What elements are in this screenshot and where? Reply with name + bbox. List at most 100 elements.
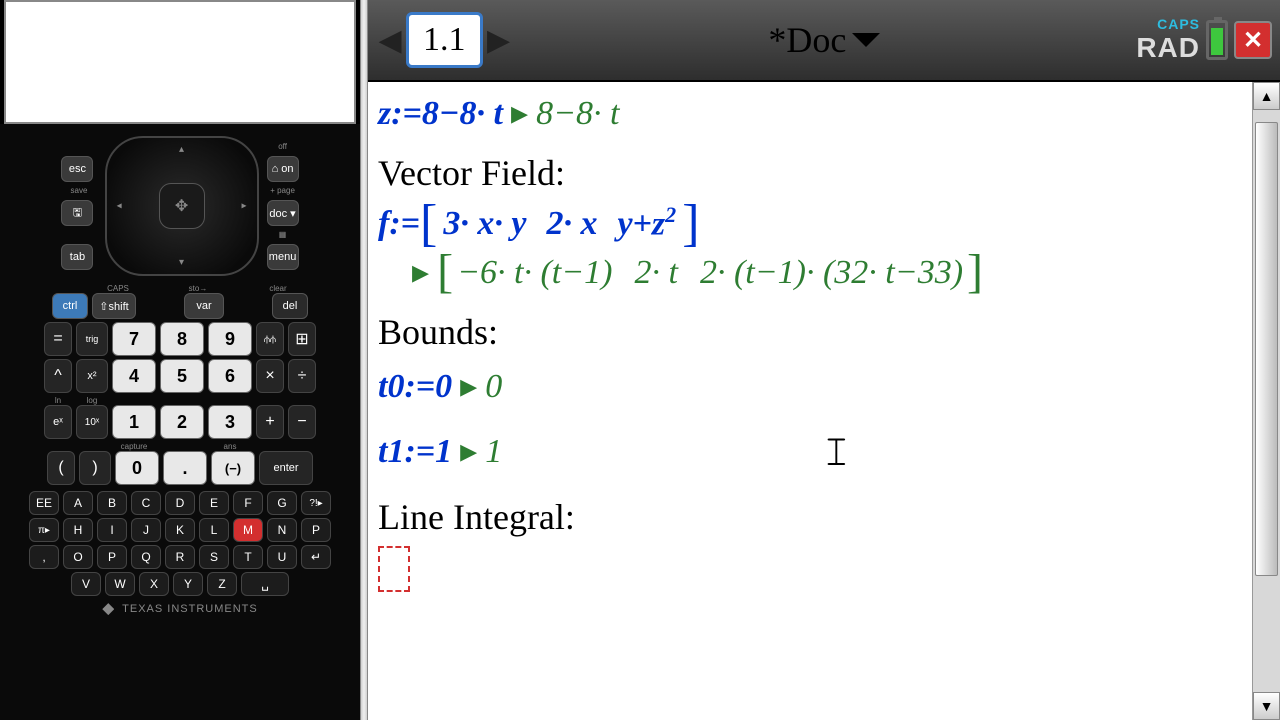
tab-current[interactable]: 1.1 (406, 12, 483, 68)
multiply-key[interactable]: × (256, 359, 284, 393)
square-key[interactable]: x² (76, 359, 108, 393)
key-0[interactable]: 0 (115, 451, 159, 485)
key-j[interactable]: J (131, 518, 161, 542)
key-4[interactable]: 4 (112, 359, 156, 393)
esc-key[interactable]: esc (61, 156, 93, 182)
key-e[interactable]: E (199, 491, 229, 515)
del-key[interactable]: del (272, 293, 308, 319)
key-space[interactable]: ␣ (241, 572, 289, 596)
dpad-center[interactable]: ✥ (159, 183, 205, 229)
lparen-key[interactable]: ( (47, 451, 75, 485)
scroll-down-button[interactable]: ▼ (1253, 692, 1280, 720)
key-n[interactable]: N (267, 518, 297, 542)
key-q[interactable]: Q (131, 545, 161, 569)
key-f[interactable]: F (233, 491, 263, 515)
divide-key[interactable]: ÷ (288, 359, 316, 393)
tenx-key[interactable]: 10ˣ (76, 405, 108, 439)
key-w[interactable]: W (105, 572, 135, 596)
doc-title-dropdown[interactable]: *Doc (521, 19, 1129, 61)
label-ln: ln (44, 396, 72, 405)
doc-key[interactable]: doc ▾ (267, 200, 299, 226)
key-o[interactable]: O (63, 545, 93, 569)
key-return[interactable]: ↵ (301, 545, 331, 569)
input-placeholder[interactable] (378, 546, 1242, 592)
enter-key[interactable]: enter (259, 451, 313, 485)
trig-key[interactable]: trig (76, 322, 108, 356)
home-on-key[interactable]: ⌂ on (267, 156, 299, 182)
key-1[interactable]: 1 (112, 405, 156, 439)
vertical-scrollbar[interactable]: ▲ ▼ (1252, 82, 1280, 720)
shift-key[interactable]: ⇧shift (92, 293, 136, 319)
key-c[interactable]: C (131, 491, 161, 515)
key-flag[interactable]: ?!▸ (301, 491, 331, 515)
key-g[interactable]: G (267, 491, 297, 515)
menu-key[interactable]: menu (267, 244, 299, 270)
key-3[interactable]: 3 (208, 405, 252, 439)
power-key[interactable]: ^ (44, 359, 72, 393)
key-m[interactable]: M (233, 518, 263, 542)
dpad-right[interactable]: ▸ (242, 201, 247, 212)
key-6[interactable]: 6 (208, 359, 252, 393)
key-l[interactable]: L (199, 518, 229, 542)
plus-key[interactable]: + (256, 405, 284, 439)
resize-handle[interactable] (360, 0, 368, 720)
key-p[interactable]: P (97, 545, 127, 569)
minus-key[interactable]: − (288, 405, 316, 439)
key-pi[interactable]: π▸ (29, 518, 59, 542)
neg-key[interactable]: (−) (211, 451, 255, 485)
key-t[interactable]: T (233, 545, 263, 569)
key-7[interactable]: 7 (112, 322, 156, 356)
save-key[interactable]: 🖫 (61, 200, 93, 226)
math-input-box[interactable] (378, 546, 410, 592)
key-5[interactable]: 5 (160, 359, 204, 393)
scroll-up-button[interactable]: ▲ (1253, 82, 1280, 110)
calculator-body: undo-icon esc save 🖫 tab ▴ ▾ ◂ ▸ ✥ off ⌂… (0, 124, 360, 720)
brand-label: TEXAS INSTRUMENTS (6, 599, 354, 623)
key-z[interactable]: Z (207, 572, 237, 596)
t1-line[interactable]: t1:=1 ▸ 1 𝙸 (378, 426, 1242, 478)
dpad-up[interactable]: ▴ (179, 144, 184, 155)
table-key[interactable]: ⊞ (288, 322, 316, 356)
key-u[interactable]: U (267, 545, 297, 569)
close-button[interactable]: ✕ (1234, 21, 1272, 59)
dpad-left[interactable]: ◂ (117, 201, 122, 212)
key-9[interactable]: 9 (208, 322, 252, 356)
key-v[interactable]: V (71, 572, 101, 596)
key-a[interactable]: A (63, 491, 93, 515)
dpad-down[interactable]: ▾ (179, 257, 184, 268)
key-d[interactable]: D (165, 491, 195, 515)
tab-key[interactable]: tab (61, 244, 93, 270)
t0-line[interactable]: t0:=0 ▸ 0 (378, 365, 1242, 409)
scroll-thumb[interactable] (1255, 122, 1278, 576)
prev-tab-button[interactable]: ◀ (376, 16, 404, 64)
z-definition-line[interactable]: z:=8−8· t ▸ 8−8· t (378, 92, 1242, 136)
key-b[interactable]: B (97, 491, 127, 515)
ex-key[interactable]: eˣ (44, 405, 72, 439)
caps-indicator: CAPS (1157, 16, 1200, 32)
key-y[interactable]: Y (173, 572, 203, 596)
key-comma[interactable]: , (29, 545, 59, 569)
document-header: ◀ 1.1 ▶ *Doc CAPS RAD ✕ (368, 0, 1280, 82)
document-content[interactable]: z:=8−8· t ▸ 8−8· t Vector Field: f:= [ 3… (368, 82, 1252, 720)
key-x[interactable]: X (139, 572, 169, 596)
next-tab-button[interactable]: ▶ (485, 16, 513, 64)
rparen-key[interactable]: ) (79, 451, 111, 485)
scroll-track[interactable] (1253, 110, 1280, 692)
var-key[interactable]: var (184, 293, 224, 319)
key-i[interactable]: I (97, 518, 127, 542)
key-2[interactable]: 2 (160, 405, 204, 439)
ctrl-key[interactable]: ctrl (52, 293, 88, 319)
key-h[interactable]: H (63, 518, 93, 542)
key-r[interactable]: R (165, 545, 195, 569)
dpad[interactable]: ▴ ▾ ◂ ▸ ✥ (105, 136, 259, 276)
graph-key[interactable]: ⫛⫛ (256, 322, 284, 356)
key-8[interactable]: 8 (160, 322, 204, 356)
f-definition-line[interactable]: f:= [ 3· x· y 2· x y+z2 ] (378, 201, 1242, 247)
equals-key[interactable]: = (44, 322, 72, 356)
key-ee[interactable]: EE (29, 491, 59, 515)
key-p-flag[interactable]: P (301, 518, 331, 542)
key-k[interactable]: K (165, 518, 195, 542)
key-s[interactable]: S (199, 545, 229, 569)
dot-key[interactable]: . (163, 451, 207, 485)
battery-icon (1206, 20, 1228, 60)
